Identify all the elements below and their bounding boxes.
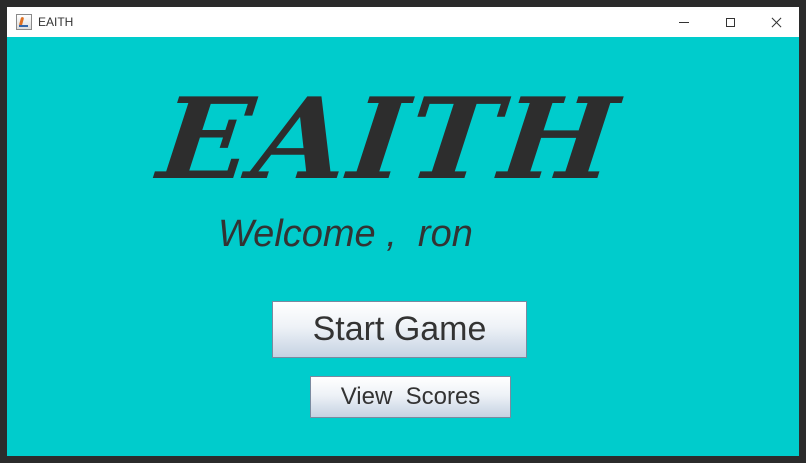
window-controls (661, 7, 799, 37)
welcome-message: Welcome , ron (218, 213, 473, 255)
maximize-icon (725, 17, 735, 27)
window-title: EAITH (38, 15, 74, 29)
title-bar[interactable]: EAITH (7, 7, 799, 37)
main-panel: EAITH Welcome , ron Start Game View Scor… (7, 37, 799, 456)
maximize-button[interactable] (707, 7, 753, 37)
minimize-button[interactable] (661, 7, 707, 37)
start-game-button[interactable]: Start Game (272, 301, 527, 358)
app-window: EAITH EAITH Welcome , ron Start Game Vie… (7, 7, 799, 456)
java-app-icon (16, 14, 32, 30)
close-button[interactable] (753, 7, 799, 37)
minimize-icon (679, 21, 689, 23)
game-logo: EAITH (152, 74, 626, 205)
view-scores-button[interactable]: View Scores (310, 376, 511, 418)
close-icon (771, 17, 782, 28)
